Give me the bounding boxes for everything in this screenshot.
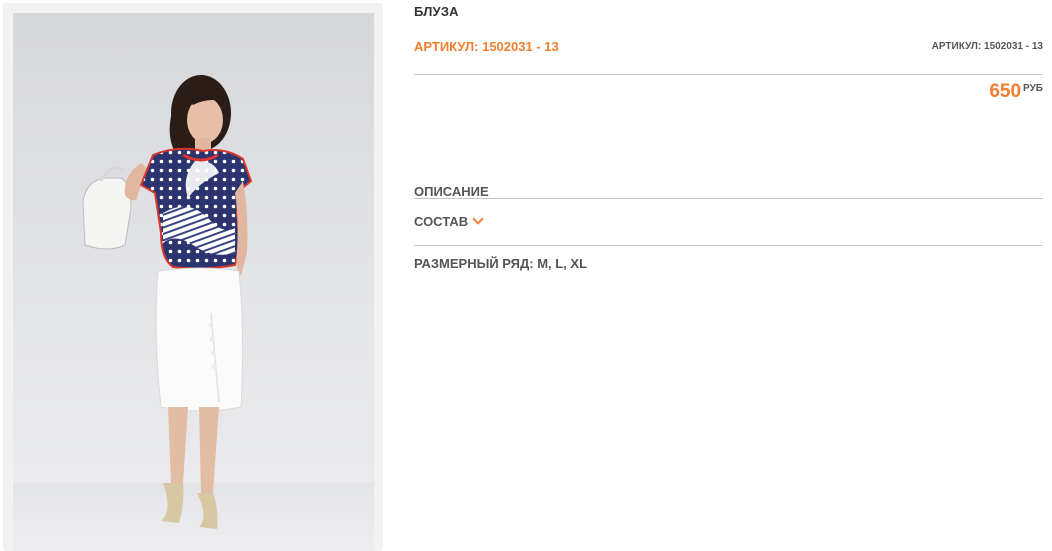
model-illustration — [13, 75, 374, 551]
article-number: АРТИКУЛ: 1502031 - 13 — [414, 39, 559, 54]
product-info: БЛУЗА АРТИКУЛ: 1502031 - 13 АРТИКУЛ: 150… — [414, 0, 1043, 551]
article-number-secondary: АРТИКУЛ: 1502031 - 13 — [931, 41, 1043, 52]
product-photo-frame — [3, 3, 383, 551]
composition-toggle[interactable]: СОСТАВ — [414, 213, 484, 229]
size-range: РАЗМЕРНЫЙ РЯД: M, L, XL — [414, 256, 588, 271]
price-value: 650 — [989, 81, 1022, 102]
divider — [414, 245, 1043, 246]
product-photo[interactable] — [13, 13, 374, 551]
description-heading: ОПИСАНИЕ — [414, 184, 489, 199]
price: 650 РУБ — [989, 81, 1043, 103]
product-page: БЛУЗА АРТИКУЛ: 1502031 - 13 АРТИКУЛ: 150… — [0, 0, 1052, 551]
composition-label: СОСТАВ — [414, 214, 469, 229]
product-title: БЛУЗА — [414, 4, 459, 19]
divider — [414, 198, 1043, 199]
price-currency: РУБ — [1023, 83, 1043, 94]
chevron-down-icon — [472, 213, 484, 225]
divider — [414, 74, 1043, 75]
